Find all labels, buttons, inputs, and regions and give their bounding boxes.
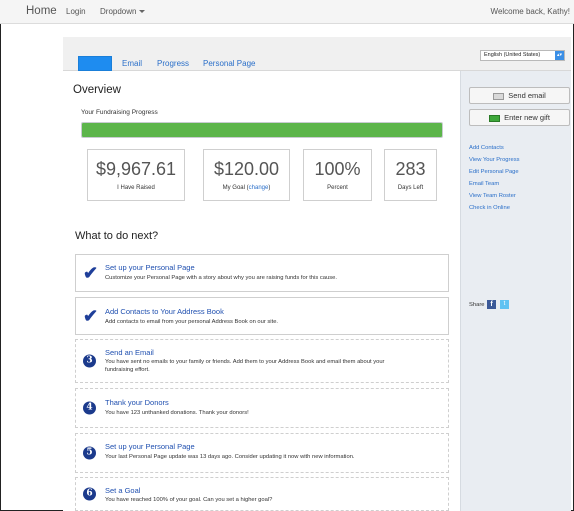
step-title[interactable]: Add Contacts to Your Address Book (105, 307, 224, 316)
sidebar-link-edit-personal-page[interactable]: Edit Personal Page (469, 169, 519, 175)
gift-icon (489, 114, 501, 122)
step-title[interactable]: Set up your Personal Page (105, 263, 195, 272)
next-step-item[interactable]: ✔ Add Contacts to Your Address Book Add … (75, 297, 449, 335)
enter-new-gift-button[interactable]: Enter new gift (469, 109, 570, 126)
tab-bar: Email Progress Personal Page English (Un… (63, 37, 571, 71)
share-label: Share (469, 302, 485, 308)
step-number-5-icon: 5 (83, 446, 96, 460)
dropdown-menu[interactable]: Dropdown (100, 7, 146, 16)
next-steps-title: What to do next? (75, 230, 159, 242)
check-icon: ✔ (83, 263, 99, 283)
tab-email[interactable]: Email (122, 59, 142, 68)
step-description: You have reached 100% of your goal. Can … (105, 497, 273, 503)
top-navbar: Home Login Dropdown Welcome back, Kathy! (0, 0, 574, 24)
step-description: Customize your Personal Page with a stor… (105, 275, 337, 281)
stat-percent: 100% Percent (303, 149, 372, 201)
language-selected-value: English (United States) (484, 52, 541, 58)
stat-days-left-value: 283 (395, 159, 426, 179)
sidebar-link-view-team-roster[interactable]: View Team Roster (469, 193, 516, 199)
step-description: You have sent no emails to your family o… (105, 359, 385, 373)
tab-progress[interactable]: Progress (157, 59, 189, 68)
sidebar-link-view-progress[interactable]: View Your Progress (469, 157, 520, 163)
step-number-4-icon: 4 (83, 401, 96, 415)
stat-days-left-label: Days Left (397, 185, 424, 191)
progress-bar-fill (82, 123, 442, 137)
stat-raised-value: $9,967.61 (95, 159, 177, 179)
stat-raised: $9,967.61 I Have Raised (87, 149, 185, 201)
send-email-label: Send email (508, 91, 546, 100)
next-step-item[interactable]: 5 Set up your Personal Page Your last Pe… (75, 433, 449, 473)
stat-days-left: 283 Days Left (384, 149, 437, 201)
next-step-item[interactable]: 6 Set a Goal You have reached 100% of yo… (75, 477, 449, 511)
step-description: You have 123 unthanked donations. Thank … (105, 410, 249, 416)
welcome-text: Welcome back, Kathy! (490, 7, 570, 16)
stat-goal-label-text: My Goal ( (222, 185, 249, 191)
progress-label: Your Fundraising Progress (81, 109, 158, 116)
twitter-icon[interactable]: t (500, 300, 509, 309)
step-title[interactable]: Set a Goal (105, 486, 140, 495)
step-number-3-icon: 3 (83, 354, 96, 368)
tab-overview[interactable] (78, 56, 112, 71)
step-title[interactable]: Send an Email (105, 348, 154, 357)
home-link[interactable]: Home (26, 5, 57, 17)
select-arrows-icon: ▴▾ (555, 51, 564, 60)
step-description: Your last Personal Page update was 13 da… (105, 454, 355, 460)
facebook-icon[interactable]: f (487, 300, 496, 309)
step-number-6-icon: 6 (83, 487, 96, 501)
sidebar-link-email-team[interactable]: Email Team (469, 181, 499, 187)
step-description: Add contacts to email from your personal… (105, 319, 279, 325)
check-icon: ✔ (83, 306, 99, 326)
next-step-item[interactable]: 3 Send an Email You have sent no emails … (75, 339, 449, 383)
step-title[interactable]: Thank your Donors (105, 398, 169, 407)
caret-down-icon (139, 10, 146, 14)
tab-personal-page[interactable]: Personal Page (203, 59, 255, 68)
overview-title: Overview (73, 84, 121, 96)
step-title[interactable]: Set up your Personal Page (105, 442, 195, 451)
stat-raised-label: I Have Raised (117, 185, 155, 191)
next-step-item[interactable]: ✔ Set up your Personal Page Customize yo… (75, 254, 449, 292)
login-link[interactable]: Login (66, 7, 86, 16)
dropdown-label: Dropdown (100, 7, 137, 16)
language-select[interactable]: English (United States) ▴▾ (480, 50, 565, 61)
stat-goal-label: My Goal (change) (204, 185, 289, 191)
stat-goal-label-close: ) (268, 185, 271, 191)
stat-goal: $120.00 My Goal (change) (203, 149, 290, 201)
stat-goal-value: $120.00 (213, 159, 280, 179)
stat-percent-value: 100% (314, 159, 361, 179)
stat-percent-label: Percent (327, 185, 348, 191)
fundraising-progress-bar (81, 122, 443, 138)
main-container: Email Progress Personal Page English (Un… (63, 37, 571, 511)
send-email-button[interactable]: Send email (469, 87, 570, 104)
sidebar-link-check-in-online[interactable]: Check in Online (469, 205, 510, 211)
next-step-item[interactable]: 4 Thank your Donors You have 123 unthank… (75, 388, 449, 428)
change-goal-link[interactable]: change (249, 185, 269, 191)
sidebar-link-add-contacts[interactable]: Add Contacts (469, 145, 504, 151)
envelope-icon (493, 92, 505, 100)
enter-gift-label: Enter new gift (504, 113, 550, 122)
main-content: Overview Your Fundraising Progress $9,96… (63, 71, 460, 511)
right-sidebar: Send email Enter new gift Add Contacts V… (460, 71, 571, 511)
